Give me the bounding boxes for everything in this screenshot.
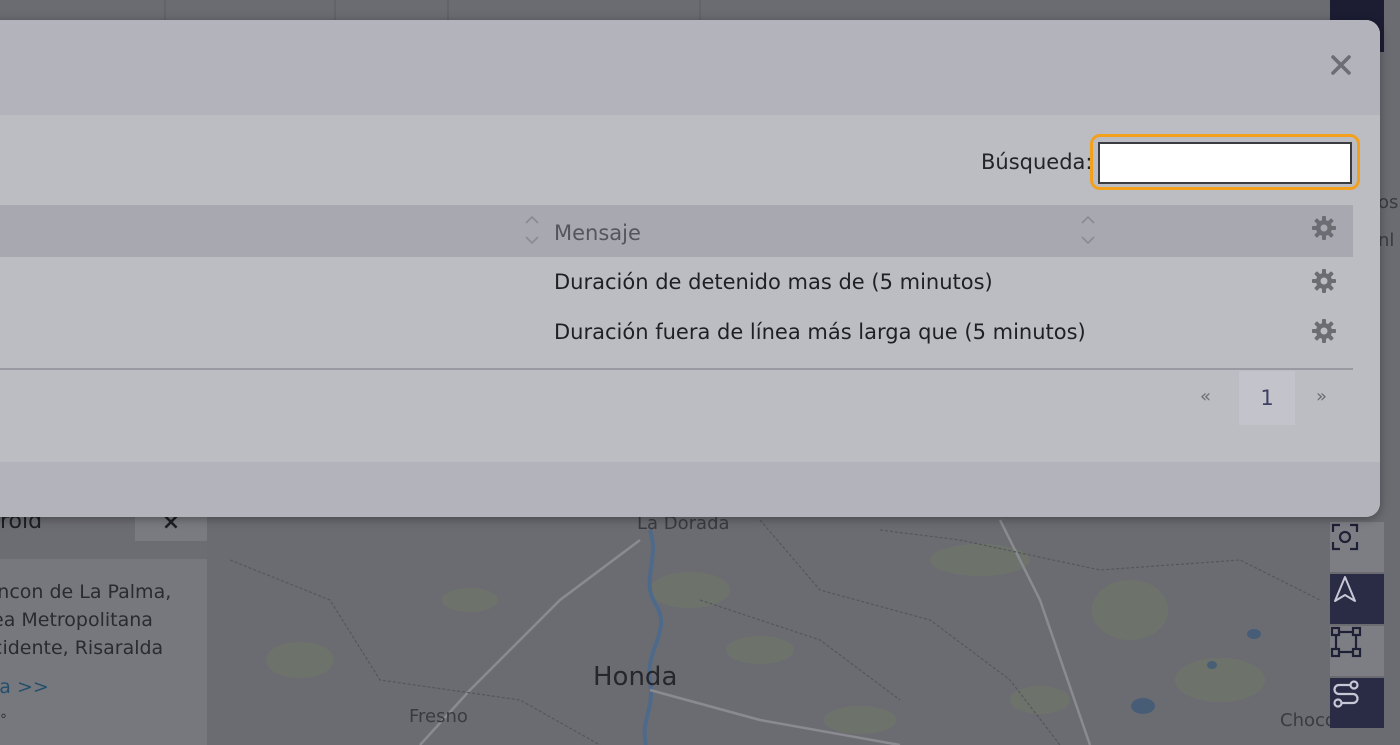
map-label-honda: Honda [593, 662, 678, 692]
modal-close-icon[interactable] [1326, 50, 1356, 80]
table-divider [0, 368, 1353, 370]
modal-footer [0, 462, 1380, 517]
sort-icon[interactable] [524, 213, 540, 247]
navigation-icon[interactable] [1330, 574, 1384, 624]
focus-icon[interactable] [1330, 522, 1384, 572]
map-label-fresno: Fresno [409, 706, 468, 727]
route-icon[interactable] [1330, 678, 1384, 728]
device-info-more-link[interactable]: ia >> [0, 676, 49, 698]
alerts-modal: Búsqueda: Mensaje Duración de detenido m… [0, 20, 1380, 517]
map-label-edge-2: nl [1378, 230, 1395, 251]
search-label: Búsqueda: [981, 150, 1093, 174]
pagination-page-button[interactable]: 1 [1239, 371, 1295, 425]
row-settings-gear-icon[interactable] [1311, 268, 1337, 298]
modal-header [0, 20, 1380, 115]
device-address-line: incon de La Palma, [0, 581, 172, 603]
column-settings-gear-icon[interactable] [1311, 215, 1337, 245]
search-input[interactable] [1098, 142, 1352, 184]
map-label-edge-1: os [1378, 192, 1399, 213]
table-cell-mensaje: Duración de detenido mas de (5 minutos) [554, 270, 993, 294]
table-cell-mensaje: Duración fuera de línea más larga que (5… [554, 320, 1086, 344]
device-address-line: ea Metropolitana [0, 609, 153, 631]
pagination-next-button[interactable]: » [1316, 386, 1327, 407]
rectangle-select-icon[interactable] [1330, 626, 1384, 676]
column-header-mensaje[interactable]: Mensaje [554, 216, 641, 250]
row-settings-gear-icon[interactable] [1311, 318, 1337, 348]
pagination-prev-button[interactable]: « [1200, 386, 1211, 407]
device-info-footnote: ° [0, 712, 7, 728]
sort-icon[interactable] [1080, 213, 1096, 247]
device-address-line: cidente, Risaralda [0, 637, 164, 659]
table-header-row [0, 205, 1353, 257]
map-label-choco: Choco [1280, 710, 1336, 731]
